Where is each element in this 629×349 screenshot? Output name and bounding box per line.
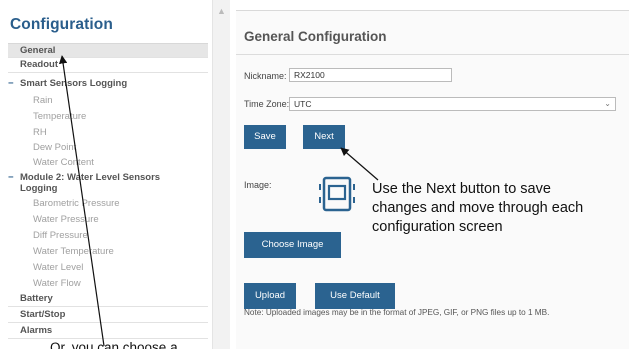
annotation-next-line2: changes and move through each — [372, 200, 584, 216]
next-button[interactable]: Next — [303, 125, 345, 149]
sidebar-item-label: Barometric Pressure — [33, 198, 120, 209]
device-icon — [319, 176, 355, 212]
annotation-choose: Or, you can choose a — [50, 340, 178, 349]
nickname-input[interactable]: RX2100 — [289, 68, 452, 82]
sidebar-item-label: Rain — [33, 95, 53, 106]
sidebar-item-water-content[interactable]: Water Content — [33, 157, 203, 169]
sidebar-item-water-pressure[interactable]: Water Pressure — [33, 214, 203, 226]
sidebar-section-label: Smart Sensors Logging — [20, 78, 128, 89]
nickname-label: Nickname: — [244, 71, 287, 81]
sidebar-item-diff-pressure[interactable]: Diff Pressure — [33, 230, 203, 242]
sidebar-section-label: Module 2: Water Level Sensors — [20, 172, 161, 183]
title-divider — [236, 54, 629, 55]
use-default-button[interactable]: Use Default — [315, 283, 395, 309]
sidebar-section-label: Logging — [20, 183, 58, 194]
save-button[interactable]: Save — [244, 125, 286, 149]
triangle-up-icon[interactable]: ▲ — [217, 6, 226, 16]
chevron-down-icon: ⌄ — [604, 99, 611, 108]
sidebar-item-water-level[interactable]: Water Level — [33, 262, 203, 274]
sidebar-item-general[interactable]: General — [8, 43, 208, 58]
sidebar-item-rh[interactable]: RH — [33, 127, 203, 139]
minus-icon[interactable]: − — [8, 78, 20, 90]
sidebar-item-dew-point[interactable]: Dew Point — [33, 142, 203, 154]
nickname-value: RX2100 — [294, 70, 325, 80]
timezone-value: UTC — [294, 99, 312, 109]
sidebar-item-rain[interactable]: Rain — [33, 95, 203, 107]
sidebar-item-water-flow[interactable]: Water Flow — [33, 278, 203, 290]
sidebar-item-barometric-pressure[interactable]: Barometric Pressure — [33, 198, 203, 210]
sidebar-item-start-stop[interactable]: Start/Stop — [8, 308, 208, 323]
sidebar-item-label: RH — [33, 127, 47, 138]
timezone-select[interactable]: UTC ⌄ — [289, 97, 616, 111]
sidebar-item-readout[interactable]: Readout — [8, 58, 208, 73]
sidebar-item-label: Water Level — [33, 262, 84, 273]
sidebar-item-label: Alarms — [20, 325, 53, 336]
sidebar-item-battery[interactable]: Battery — [8, 292, 208, 307]
sidebar-item-water-temperature[interactable]: Water Temperature — [33, 246, 203, 258]
sidebar-item-label: Water Pressure — [33, 214, 99, 225]
sidebar-item-label: Water Temperature — [33, 246, 114, 257]
sidebar-item-label: Start/Stop — [20, 309, 66, 320]
sidebar-section-label-cont: Logging — [8, 183, 218, 195]
sidebar-item-temperature[interactable]: Temperature — [33, 111, 203, 123]
sidebar-item-label: Readout — [20, 59, 58, 70]
sidebar-title: Configuration — [10, 16, 113, 33]
sidebar-item-label: General — [20, 45, 56, 56]
page-title: General Configuration — [244, 29, 387, 44]
upload-note: Note: Uploaded images may be in the form… — [244, 308, 550, 317]
image-label: Image: — [244, 180, 272, 190]
sidebar-item-label: Temperature — [33, 111, 87, 122]
sidebar-item-label: Diff Pressure — [33, 230, 88, 241]
sidebar-item-label: Dew Point — [33, 142, 77, 153]
config-sidebar: Configuration General Readout − Smart Sen… — [0, 0, 212, 349]
annotation-next-line1: Use the Next button to save — [372, 181, 551, 197]
sidebar-scrollbar[interactable]: ▲ — [212, 0, 230, 349]
sidebar-item-label: Battery — [20, 293, 53, 304]
sidebar-item-alarms[interactable]: Alarms — [8, 324, 208, 339]
upload-button[interactable]: Upload — [244, 283, 296, 309]
annotation-next-line3: configuration screen — [372, 219, 503, 235]
sidebar-section-smart-sensors[interactable]: − Smart Sensors Logging — [8, 78, 218, 90]
sidebar-item-label: Water Flow — [33, 278, 81, 289]
timezone-label: Time Zone: — [244, 99, 290, 109]
sidebar-item-label: Water Content — [33, 157, 94, 168]
choose-image-button[interactable]: Choose Image — [244, 232, 341, 258]
